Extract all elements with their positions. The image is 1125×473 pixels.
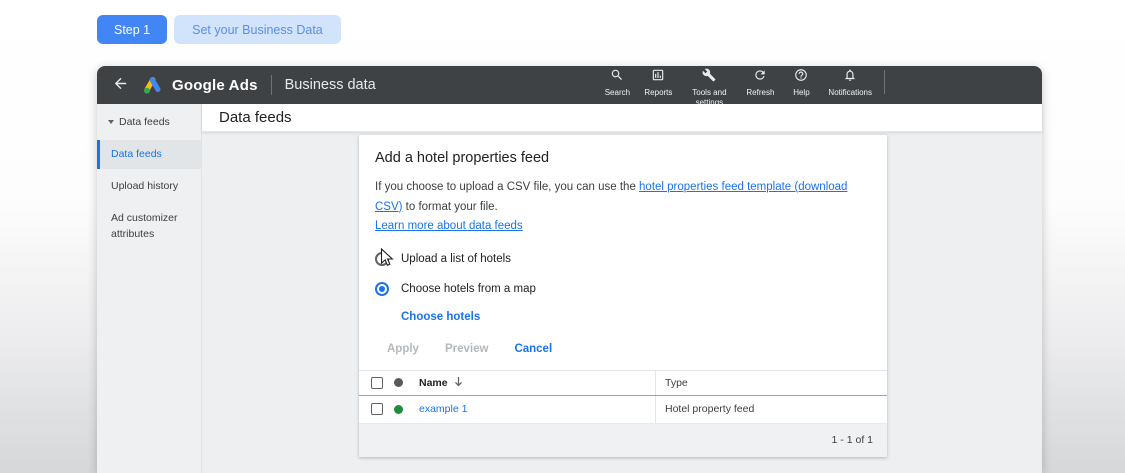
tools-icon <box>702 68 716 85</box>
page-title-bar: Data feeds <box>202 104 1042 132</box>
radio-upload-list[interactable]: Upload a list of hotels <box>375 251 871 266</box>
chevron-down-icon <box>108 120 114 124</box>
step-title-chip[interactable]: Set your Business Data <box>174 15 341 44</box>
search-icon <box>610 68 624 85</box>
reports-button[interactable]: Reports <box>637 68 679 98</box>
feeds-table: Name Type example 1 Hotel property feed … <box>359 369 887 457</box>
radio-choose-map[interactable]: Choose hotels from a map <box>375 281 871 296</box>
google-ads-logo-icon <box>142 75 163 95</box>
page-title: Data feeds <box>219 109 292 126</box>
nav-label: Search <box>604 88 631 97</box>
row-checkbox[interactable] <box>371 403 383 416</box>
stepper: Step 1 Set your Business Data <box>97 15 341 44</box>
table-header-row: Name Type <box>359 370 887 396</box>
app-bar: Google Ads Business data Search Reports <box>97 66 1042 107</box>
type-column-header[interactable]: Type <box>655 370 887 395</box>
search-button[interactable]: Search <box>597 68 637 98</box>
back-button[interactable] <box>112 75 129 95</box>
type-column-label: Type <box>665 376 688 389</box>
help-button[interactable]: Help <box>781 68 821 98</box>
sidebar-item-ad-customizer-attributes[interactable]: Ad customizer attributes <box>97 204 189 248</box>
dialog-title: Add a hotel properties feed <box>375 150 550 166</box>
table-footer: 1 - 1 of 1 <box>359 423 887 457</box>
choose-hotels-link[interactable]: Choose hotels <box>401 311 480 323</box>
table-row: example 1 Hotel property feed <box>359 395 887 424</box>
sidebar-item-upload-history[interactable]: Upload history <box>97 172 201 201</box>
appbar-divider <box>270 75 272 95</box>
radio-label: Choose hotels from a map <box>401 282 536 295</box>
nav-label: Reports <box>644 88 673 97</box>
nav-label: Help <box>793 88 810 97</box>
sidebar-item-data-feeds[interactable]: Data feeds <box>97 140 201 170</box>
reports-icon <box>651 68 665 85</box>
window-body: Data feeds Data feeds Upload history Ad … <box>97 104 1042 473</box>
add-feed-dialog: Add a hotel properties feed If you choos… <box>359 135 887 457</box>
appnav-divider <box>884 70 885 94</box>
main-area: Data feeds Add a hotel properties feed I… <box>202 104 1042 473</box>
app-window: Google Ads Business data Search Reports <box>97 66 1042 473</box>
dialog-actions: Apply Preview Cancel <box>387 343 871 370</box>
arrow-left-icon <box>112 75 129 95</box>
radio-selected-icon[interactable] <box>375 281 389 296</box>
sort-descending-icon <box>454 376 463 390</box>
notifications-button[interactable]: Notifications <box>821 68 879 98</box>
nav-label: Notifications <box>828 88 872 97</box>
tools-and-settings-button[interactable]: Tools and settings <box>679 68 739 108</box>
appbar-nav: Search Reports Tools and settings Refres… <box>597 62 1042 108</box>
radio-unselected-icon[interactable] <box>375 251 389 266</box>
dialog-description: If you choose to upload a CSV file, you … <box>375 178 871 237</box>
name-column-label: Name <box>419 376 448 389</box>
status-column-icon <box>394 378 403 388</box>
refresh-icon <box>753 68 767 85</box>
preview-button[interactable]: Preview <box>445 343 488 355</box>
help-icon <box>794 68 808 85</box>
sidebar: Data feeds Data feeds Upload history Ad … <box>97 104 202 473</box>
notifications-icon <box>843 68 857 85</box>
cancel-button[interactable]: Cancel <box>514 343 552 355</box>
nav-label: Refresh <box>746 88 775 97</box>
description-text: to format your file. <box>402 200 498 213</box>
pagination-label: 1 - 1 of 1 <box>831 434 873 447</box>
select-all-checkbox[interactable] <box>371 376 383 389</box>
name-column-header[interactable]: Name <box>419 376 655 390</box>
feed-type-value: Hotel property feed <box>665 403 755 416</box>
radio-label: Upload a list of hotels <box>401 252 511 265</box>
sidebar-group-data-feeds[interactable]: Data feeds <box>97 108 201 136</box>
brand-text: Google Ads <box>172 76 258 94</box>
description-text: If you choose to upload a CSV file, you … <box>375 181 640 193</box>
content-area: Add a hotel properties feed If you choos… <box>202 132 1042 473</box>
step-number-chip[interactable]: Step 1 <box>97 15 168 44</box>
page-background: Step 1 Set your Business Data Google Ads… <box>0 0 1125 473</box>
learn-more-link[interactable]: Learn more about data feeds <box>375 220 523 232</box>
appbar-section-title: Business data <box>284 77 376 93</box>
sidebar-group-label: Data feeds <box>119 116 170 128</box>
refresh-button[interactable]: Refresh <box>739 68 781 98</box>
feed-name-link[interactable]: example 1 <box>419 403 467 415</box>
status-enabled-icon <box>394 404 403 414</box>
apply-button[interactable]: Apply <box>387 343 419 355</box>
